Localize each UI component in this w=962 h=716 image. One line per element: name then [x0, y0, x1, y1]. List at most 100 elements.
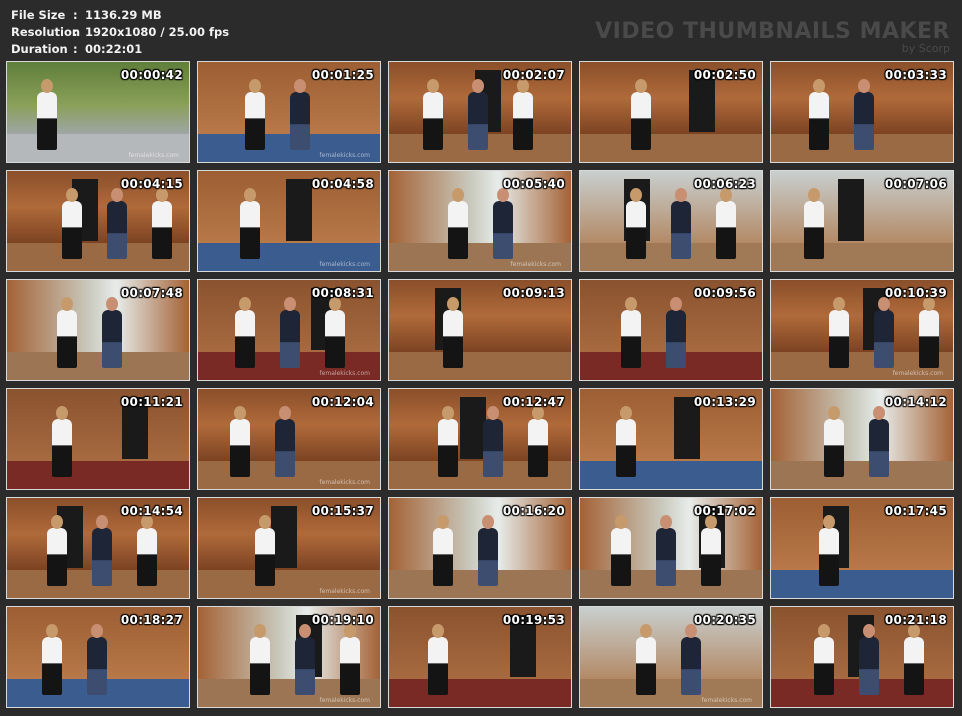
timestamp: 00:12:47 — [502, 395, 565, 409]
person-figure — [513, 92, 533, 150]
scene-floor — [389, 679, 571, 707]
thumbnail-frame[interactable]: 00:14:12 — [770, 388, 954, 490]
thumbnail-frame[interactable]: 00:19:10 femalekicks.com — [197, 606, 381, 708]
thumbnail-frame[interactable]: 00:14:54 — [6, 497, 190, 599]
thumbnail-frame[interactable]: 00:10:39 femalekicks.com — [770, 279, 954, 381]
person-figure — [423, 92, 443, 150]
thumbnail-frame[interactable]: 00:06:23 — [579, 170, 763, 272]
watermark: femalekicks.com — [319, 479, 370, 486]
person-head — [244, 188, 256, 202]
person-figure — [656, 528, 676, 586]
thumbnail-frame[interactable]: 00:08:31 femalekicks.com — [197, 279, 381, 381]
person-figure — [804, 201, 824, 259]
person-head — [432, 624, 444, 638]
person-figure — [621, 310, 641, 368]
scene-floor — [771, 461, 953, 489]
watermark: femalekicks.com — [701, 697, 752, 704]
timestamp: 00:17:45 — [884, 504, 947, 518]
watermark: femalekicks.com — [128, 152, 179, 159]
thumbnail-frame[interactable]: 00:09:13 — [388, 279, 572, 381]
thumbnail-frame[interactable]: 00:02:50 — [579, 61, 763, 163]
person-head — [61, 297, 73, 311]
person-figure — [290, 92, 310, 150]
person-figure — [904, 637, 924, 695]
thumbnail-frame[interactable]: 00:20:35 femalekicks.com — [579, 606, 763, 708]
person-head — [299, 624, 311, 638]
thumbnail-frame[interactable]: 00:07:06 — [770, 170, 954, 272]
file-info: File Size : 1136.29 MB Resolution : 1920… — [11, 7, 229, 58]
scene-floor — [771, 243, 953, 271]
thumbnail-grid: 00:00:42 femalekicks.com 00:01:25 femalekic… — [6, 61, 956, 711]
person-head — [873, 406, 885, 420]
watermark: femalekicks.com — [319, 370, 370, 377]
person-head — [239, 297, 251, 311]
person-figure — [443, 310, 463, 368]
separator: : — [73, 42, 78, 56]
person-figure — [493, 201, 513, 259]
resolution-row: Resolution : 1920x1080 / 25.00 fps — [11, 24, 229, 41]
thumbnail-frame[interactable]: 00:21:18 — [770, 606, 954, 708]
thumbnail-frame[interactable]: 00:04:58 femalekicks.com — [197, 170, 381, 272]
resolution-label: Resolution — [11, 25, 81, 39]
scene-floor — [771, 570, 953, 598]
thumbnail-frame[interactable]: 00:04:15 — [6, 170, 190, 272]
person-head — [447, 297, 459, 311]
person-head — [858, 79, 870, 93]
separator: : — [73, 25, 78, 39]
watermark: femalekicks.com — [319, 588, 370, 595]
thumbnail-frame[interactable]: 00:18:27 — [6, 606, 190, 708]
timestamp: 00:08:31 — [311, 286, 374, 300]
thumbnail-frame[interactable]: 00:17:02 — [579, 497, 763, 599]
thumbnail-frame[interactable]: 00:02:07 — [388, 61, 572, 163]
thumbnail-frame[interactable]: 00:11:21 — [6, 388, 190, 490]
thumbnail-frame[interactable]: 00:01:25 femalekicks.com — [197, 61, 381, 163]
person-figure — [869, 419, 889, 477]
timestamp: 00:04:15 — [120, 177, 183, 191]
person-figure — [854, 92, 874, 150]
person-head — [630, 188, 642, 202]
person-figure — [829, 310, 849, 368]
timestamp: 00:10:39 — [884, 286, 947, 300]
thumbnail-frame[interactable]: 00:09:56 — [579, 279, 763, 381]
thumbnail-frame[interactable]: 00:19:53 — [388, 606, 572, 708]
person-figure — [235, 310, 255, 368]
timestamp: 00:00:42 — [120, 68, 183, 82]
resolution-value: 1920x1080 / 25.00 fps — [85, 25, 230, 39]
person-head — [640, 624, 652, 638]
thumbnail-frame[interactable]: 00:15:37 femalekicks.com — [197, 497, 381, 599]
file-size-value: 1136.29 MB — [85, 8, 162, 22]
timestamp: 00:11:21 — [120, 395, 183, 409]
person-head — [46, 624, 58, 638]
thumbnail-frame[interactable]: 00:03:33 — [770, 61, 954, 163]
duration-row: Duration : 00:22:01 — [11, 41, 229, 58]
person-figure — [611, 528, 631, 586]
person-figure — [37, 92, 57, 150]
person-head — [833, 297, 845, 311]
person-figure — [245, 92, 265, 150]
person-figure — [468, 92, 488, 150]
thumbnail-frame[interactable]: 00:05:40 femalekicks.com — [388, 170, 572, 272]
thumbnail-frame[interactable]: 00:13:29 — [579, 388, 763, 490]
person-head — [294, 79, 306, 93]
timestamp: 00:09:56 — [693, 286, 756, 300]
thumbnail-frame[interactable]: 00:00:42 femalekicks.com — [6, 61, 190, 163]
person-figure — [438, 419, 458, 477]
person-figure — [701, 528, 721, 586]
person-head — [427, 79, 439, 93]
timestamp: 00:01:25 — [311, 68, 374, 82]
timestamp: 00:20:35 — [693, 613, 756, 627]
timestamp: 00:19:10 — [311, 613, 374, 627]
thumbnail-frame[interactable]: 00:12:04 femalekicks.com — [197, 388, 381, 490]
person-figure — [814, 637, 834, 695]
timestamp: 00:14:54 — [120, 504, 183, 518]
timestamp: 00:09:13 — [502, 286, 565, 300]
timestamp: 00:07:06 — [884, 177, 947, 191]
thumbnail-frame[interactable]: 00:17:45 — [770, 497, 954, 599]
person-figure — [824, 419, 844, 477]
thumbnail-frame[interactable]: 00:16:20 — [388, 497, 572, 599]
timestamp: 00:06:23 — [693, 177, 756, 191]
thumbnail-frame[interactable]: 00:07:48 — [6, 279, 190, 381]
person-figure — [428, 637, 448, 695]
timestamp: 00:12:04 — [311, 395, 374, 409]
thumbnail-frame[interactable]: 00:12:47 — [388, 388, 572, 490]
